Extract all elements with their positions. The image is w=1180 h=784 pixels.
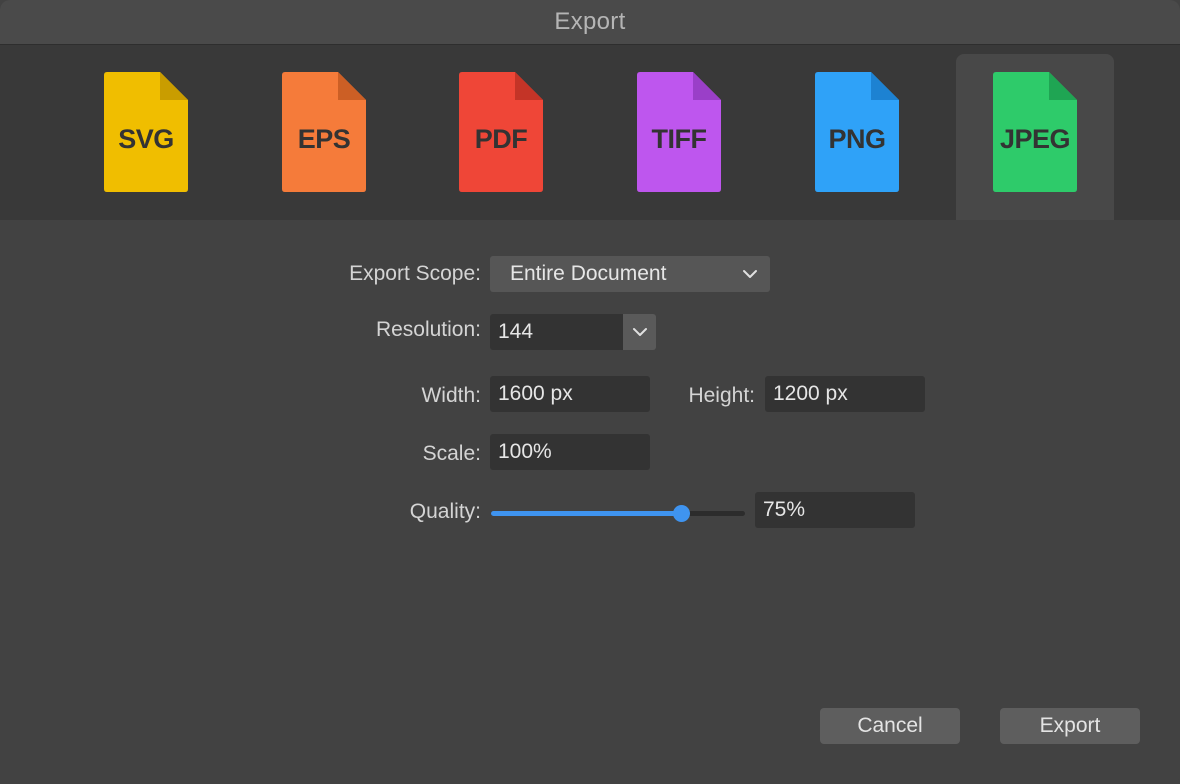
height-input[interactable]: 1200 px — [765, 376, 925, 412]
chevron-down-icon — [742, 266, 758, 282]
png-file-icon: PNG — [815, 72, 899, 192]
format-pdf[interactable]: PDF — [422, 45, 580, 220]
export-button[interactable]: Export — [1000, 708, 1140, 744]
cancel-button[interactable]: Cancel — [820, 708, 960, 744]
title-bar: Export — [0, 0, 1180, 45]
jpeg-file-icon: JPEG — [993, 72, 1077, 192]
eps-file-icon: EPS — [282, 72, 366, 192]
format-label: PNG — [828, 124, 886, 154]
resolution-dropdown-button[interactable] — [623, 314, 656, 350]
export-scope-select[interactable]: Entire Document — [490, 256, 770, 292]
format-svg[interactable]: SVG — [67, 45, 225, 220]
scale-input[interactable]: 100% — [490, 434, 650, 470]
resolution-label: Resolution: — [375, 318, 481, 341]
quality-slider-fill — [491, 511, 682, 516]
format-label: PDF — [474, 124, 528, 154]
svg-file-icon: SVG — [104, 72, 188, 192]
scale-label: Scale: — [422, 442, 481, 465]
export-scope-label: Export Scope: — [349, 262, 481, 285]
height-label: Height: — [688, 384, 755, 407]
format-label: TIFF — [651, 124, 707, 154]
window-title: Export — [554, 8, 626, 35]
quality-label: Quality: — [409, 500, 481, 523]
format-label: JPEG — [999, 124, 1071, 154]
quality-slider-knob[interactable] — [673, 505, 690, 522]
format-label: SVG — [118, 124, 174, 154]
format-png[interactable]: PNG — [778, 45, 936, 220]
chevron-down-icon — [632, 328, 647, 336]
resolution-input[interactable]: 144 — [490, 314, 624, 350]
quality-slider[interactable] — [491, 511, 745, 516]
width-input[interactable]: 1600 px — [490, 376, 650, 412]
pdf-file-icon: PDF — [459, 72, 543, 192]
width-label: Width: — [421, 384, 481, 407]
export-dialog: Export SVG EPS PDF TIFF PNG JPEG Export … — [0, 0, 1180, 784]
format-tiff[interactable]: TIFF — [600, 45, 758, 220]
quality-input[interactable]: 75% — [755, 492, 915, 528]
format-label: EPS — [297, 124, 351, 154]
format-jpeg[interactable]: JPEG — [956, 54, 1114, 220]
format-eps[interactable]: EPS — [245, 45, 403, 220]
tiff-file-icon: TIFF — [637, 72, 721, 192]
format-bar: SVG EPS PDF TIFF PNG JPEG — [0, 45, 1180, 220]
export-scope-value: Entire Document — [510, 262, 667, 285]
